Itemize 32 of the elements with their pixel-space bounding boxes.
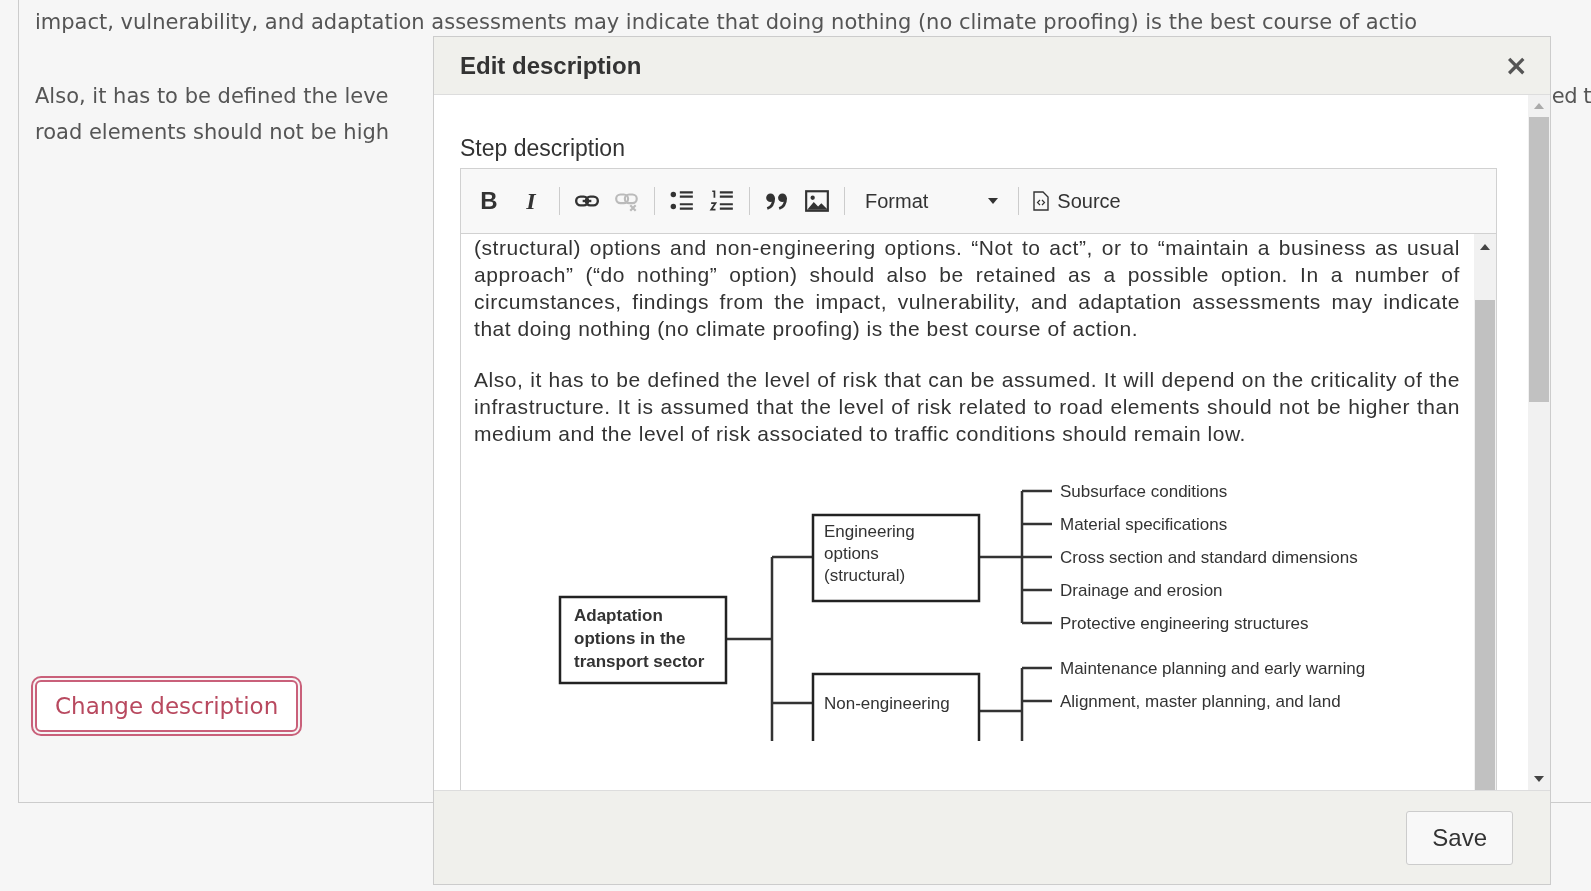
source-button[interactable]: Source [1033,189,1121,213]
bold-button[interactable]: B [475,187,503,215]
save-button[interactable]: Save [1406,810,1513,865]
paragraph-text: (structural) options and non-engineering options. “Not to act”, or to “maintain a business as usual approach” (“do nothing” option) should also be retained as a possible option. In a number of circumstances, findings from the impact, vulnerability, and adaptation assessments may indicate that doing nothing (no climate proofing) is the best course of action. [474,235,1460,342]
scroll-up-icon[interactable] [1480,244,1490,250]
diagram-node: Non-engineering [811,672,981,741]
close-button[interactable]: × [1500,49,1532,82]
format-dropdown[interactable]: Format [859,189,1005,213]
caret-icon [988,198,999,204]
diagram-label: Drainage and erosion [1060,581,1223,600]
scroll-down-icon[interactable] [1534,776,1544,782]
diagram-node: Adaptation options in the transport sector [558,595,728,685]
paragraph-text: Also, it has to be defined the leve [35,83,390,110]
image-icon[interactable] [804,188,830,214]
italic-button[interactable]: I [517,187,545,215]
diagram-label: Alignment, master planning, and land [1060,692,1341,711]
paragraph-text: road elements should not be high [35,119,390,146]
scrollbar[interactable] [1528,95,1550,790]
scrollbar[interactable] [1474,234,1496,790]
diagram-label: Subsurface conditions [1060,482,1228,501]
dialog-title: Edit description [460,51,642,80]
diagram-label: Material specifications [1060,515,1228,534]
diagram-label: Protective engineering structures [1060,614,1309,633]
diagram-node: Engineering options (structural) [811,513,981,603]
paragraph-text: Also, it has to be defined the level of risk that can be assumed. It will depend on the criticality of the infrastructure. It is assumed that the level of risk related to road elements should not be higher than medium and the level of risk associated to traffic conditions should remain low. [474,367,1460,447]
diagram-label: Maintenance planning and early warning [1060,659,1366,678]
paragraph-text: ed t [1551,83,1591,110]
diagram-label: Cross section and standard dimensions [1060,548,1358,567]
paragraph-text: impact, vulnerability, and adaptation assessments may indicate that doing nothing (no climate proofing) is the best course of actio [35,9,1419,36]
code-document-icon [1033,191,1050,211]
numbered-list-icon[interactable] [709,188,735,214]
field-label: Step description [460,135,626,162]
